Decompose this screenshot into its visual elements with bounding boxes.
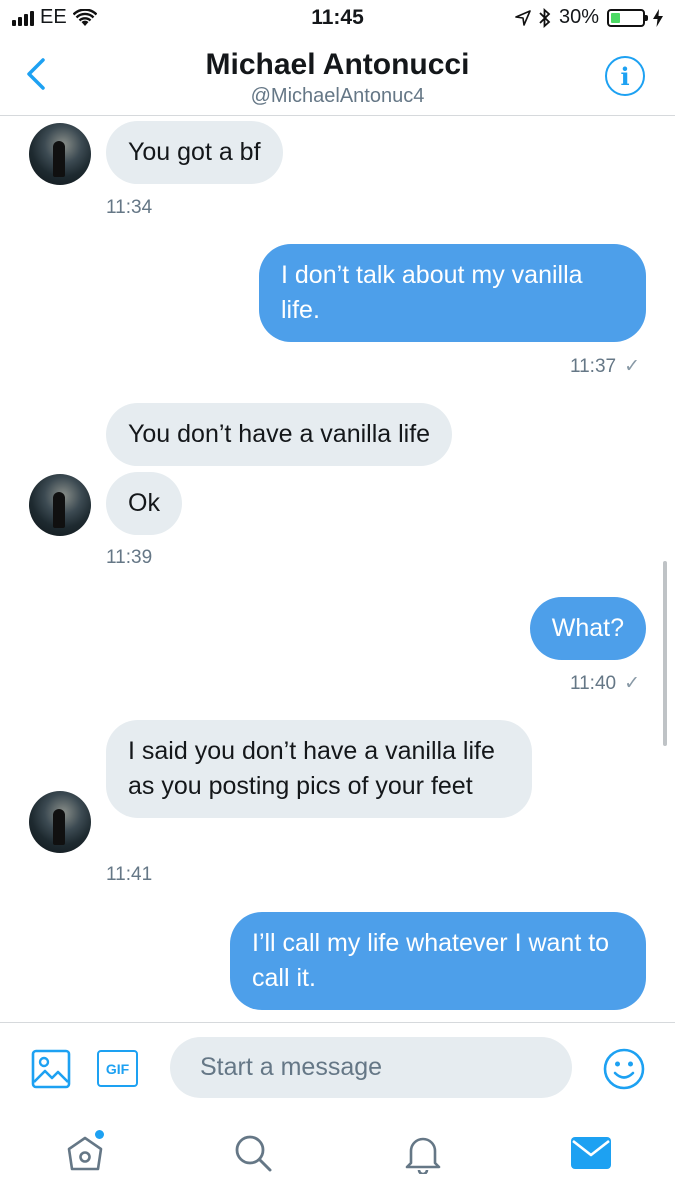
message-timestamp: 11:37 ✓ xyxy=(569,356,640,377)
notification-dot xyxy=(95,1130,104,1139)
message-timestamp: 11:39 xyxy=(106,547,153,568)
search-icon xyxy=(235,1135,272,1172)
add-image-button[interactable] xyxy=(31,1049,71,1094)
message-timestamp: 11:34 xyxy=(106,197,153,218)
image-icon xyxy=(31,1049,71,1089)
message-bubble-outgoing[interactable]: I’ll call my life whatever I want to cal… xyxy=(230,912,646,1010)
tab-notifications[interactable] xyxy=(398,1128,448,1178)
charging-icon xyxy=(653,8,663,27)
info-button[interactable]: i xyxy=(605,56,645,96)
message-bubble-incoming[interactable]: Ok xyxy=(106,472,182,535)
bluetooth-icon xyxy=(539,7,551,28)
avatar[interactable] xyxy=(29,123,91,185)
tab-bar xyxy=(0,1110,675,1200)
gif-label: GIF xyxy=(105,1060,130,1077)
location-icon xyxy=(515,9,531,26)
tab-search[interactable] xyxy=(228,1128,278,1178)
status-right: 30% xyxy=(515,6,663,29)
message-bubble-incoming[interactable]: I said you don’t have a vanilla life as … xyxy=(106,720,532,818)
gif-button[interactable]: GIF xyxy=(97,1050,138,1087)
battery-percent: 30% xyxy=(558,6,599,28)
home-icon xyxy=(67,1136,103,1171)
scrollbar[interactable] xyxy=(663,561,667,746)
conversation-header: Michael Antonucci @MichaelAntonuc4 i xyxy=(0,40,675,116)
message-list[interactable]: You got a bf 11:34 I don’t talk about my… xyxy=(0,117,675,1021)
status-bar: EE 11:45 30% xyxy=(0,0,675,40)
message-input[interactable] xyxy=(170,1037,572,1098)
emoji-icon xyxy=(603,1048,645,1090)
battery-fill xyxy=(611,12,620,23)
message-bubble-incoming[interactable]: You don’t have a vanilla life xyxy=(106,403,453,466)
tab-messages[interactable] xyxy=(566,1128,616,1178)
info-icon: i xyxy=(620,61,630,91)
message-bubble-outgoing[interactable]: I don’t talk about my vanilla life. xyxy=(259,244,646,342)
message-composer: GIF xyxy=(0,1022,675,1110)
mail-icon xyxy=(571,1137,611,1169)
contact-handle: @MichaelAntonuc4 xyxy=(250,85,425,107)
battery-icon xyxy=(607,8,648,27)
emoji-button[interactable] xyxy=(603,1048,645,1095)
header-title-group: Michael Antonucci @MichaelAntonuc4 xyxy=(0,46,675,108)
tab-home[interactable] xyxy=(60,1128,110,1178)
read-check-icon: ✓ xyxy=(624,673,640,694)
message-bubble-incoming[interactable]: You got a bf xyxy=(106,121,283,184)
contact-name: Michael Antonucci xyxy=(205,48,470,81)
bell-icon xyxy=(405,1137,441,1174)
avatar[interactable] xyxy=(29,474,91,536)
message-timestamp: 11:41 xyxy=(106,864,153,885)
avatar[interactable] xyxy=(29,791,91,853)
read-check-icon: ✓ xyxy=(624,356,640,377)
message-timestamp: 11:40 ✓ xyxy=(569,673,640,694)
message-bubble-outgoing[interactable]: What? xyxy=(529,597,646,660)
